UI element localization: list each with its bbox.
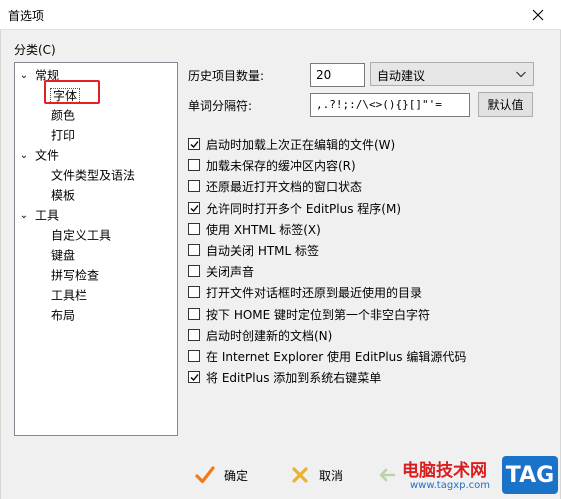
option-checkbox-row[interactable]: 允许同时打开多个 EditPlus 程序(M): [188, 199, 401, 217]
check-icon: [190, 205, 199, 213]
option-label: 加载未保存的缓冲区内容(R): [206, 158, 356, 173]
option-label: 启动时加载上次正在编辑的文件(W): [206, 137, 396, 152]
close-button[interactable]: [515, 0, 561, 29]
option-checkbox[interactable]: [188, 180, 200, 192]
default-button-label: 默认值: [487, 98, 524, 112]
option-label: 自动关闭 HTML 标签: [206, 243, 320, 258]
tree-item[interactable]: 文件类型及语法: [51, 166, 135, 184]
option-checkbox-row[interactable]: 自动关闭 HTML 标签: [188, 241, 319, 259]
back-arrow-icon: [379, 468, 396, 482]
option-label: 按下 HOME 键时定位到第一个非空白字符: [206, 307, 431, 322]
tree-item[interactable]: 模板: [51, 186, 75, 204]
category-tree[interactable]: ⌄ 常规 字体 颜色 打印 ⌄ 文件 文件类型及语法 模板 ⌄ 工具 自定义工具 键盘 拼写检查 工具栏 布局: [14, 62, 178, 436]
annotation-highlight-box: [44, 80, 100, 104]
word-separator-label: 单词分隔符:: [188, 99, 253, 113]
tree-item[interactable]: 拼写检查: [51, 266, 99, 284]
option-checkbox-row[interactable]: 按下 HOME 键时定位到第一个非空白字符: [188, 305, 430, 323]
option-checkbox-row[interactable]: 关闭声音: [188, 262, 254, 280]
option-checkbox[interactable]: [188, 286, 200, 298]
window-title: 首选项: [8, 9, 45, 23]
option-label: 使用 XHTML 标签(X): [206, 222, 321, 237]
option-checkbox[interactable]: [188, 159, 200, 171]
cross-icon: [292, 467, 308, 483]
category-label: 分类(C): [14, 43, 56, 57]
option-label: 允许同时打开多个 EditPlus 程序(M): [206, 201, 402, 216]
option-checkbox-row[interactable]: 使用 XHTML 标签(X): [188, 220, 321, 238]
tree-item[interactable]: 打印: [51, 126, 75, 144]
ok-button-label: 确定: [224, 468, 249, 483]
tree-item-label: 文件: [35, 148, 60, 163]
check-icon: [190, 374, 199, 382]
checkmark-icon: [195, 466, 215, 484]
option-label: 还原最近打开文档的窗口状态: [206, 179, 363, 194]
chevron-down-icon: [516, 71, 526, 78]
option-checkbox-row[interactable]: 将 EditPlus 添加到系统右键菜单: [188, 368, 381, 386]
check-icon: [190, 141, 199, 149]
option-checkbox[interactable]: [188, 308, 200, 320]
cancel-button-label: 取消: [319, 468, 344, 483]
option-checkbox[interactable]: [188, 329, 200, 341]
tree-item-label: 工具: [35, 208, 60, 223]
tree-item[interactable]: 工具栏: [51, 286, 87, 304]
autocomplete-value: 自动建议: [377, 69, 426, 83]
tree-item-label: 拼写检查: [51, 268, 100, 283]
tree-item-label: 模板: [51, 188, 76, 203]
word-separator-input[interactable]: ,.?!;:/\<>(){}[]"'=: [310, 93, 470, 117]
default-button[interactable]: 默认值: [478, 92, 533, 117]
tree-group[interactable]: ⌄ 工具: [19, 206, 59, 224]
history-count-label: 历史项目数量:: [188, 69, 265, 83]
option-checkbox-row[interactable]: 启动时创建新的文档(N): [188, 326, 332, 344]
tree-item[interactable]: 自定义工具: [51, 226, 111, 244]
option-checkbox[interactable]: [188, 371, 200, 383]
watermark-site-name: 电脑技术网: [402, 461, 487, 481]
option-checkbox[interactable]: [188, 202, 200, 214]
expand-toggle-icon[interactable]: ⌄: [19, 147, 29, 165]
option-checkbox-row[interactable]: 在 Internet Explorer 使用 EditPlus 编辑源代码: [188, 347, 466, 365]
option-checkbox-row[interactable]: 启动时加载上次正在编辑的文件(W): [188, 135, 395, 153]
option-label: 在 Internet Explorer 使用 EditPlus 编辑源代码: [206, 349, 467, 364]
watermark-tag-logo: TAG: [502, 456, 558, 494]
tree-item[interactable]: 颜色: [51, 106, 75, 124]
tree-item[interactable]: 键盘: [51, 246, 75, 264]
tree-item-label: 工具栏: [51, 288, 88, 303]
expand-toggle-icon[interactable]: ⌄: [19, 67, 29, 85]
option-checkbox[interactable]: [188, 223, 200, 235]
word-separator-value: ,.?!;:/\<>(){}[]"'=: [316, 98, 442, 111]
tree-item-label: 布局: [51, 308, 76, 323]
autocomplete-select[interactable]: 自动建议: [370, 62, 534, 86]
option-label: 启动时创建新的文档(N): [206, 328, 333, 343]
tree-item-label: 打印: [51, 128, 76, 143]
option-checkbox-row[interactable]: 加载未保存的缓冲区内容(R): [188, 156, 356, 174]
expand-toggle-icon[interactable]: ⌄: [19, 207, 29, 225]
history-count-value: 20: [316, 68, 332, 82]
option-label: 打开文件对话框时还原到最近使用的目录: [206, 285, 423, 300]
option-checkbox-row[interactable]: 还原最近打开文档的窗口状态: [188, 177, 362, 195]
option-checkbox[interactable]: [188, 265, 200, 277]
option-label: 将 EditPlus 添加到系统右键菜单: [206, 370, 382, 385]
close-icon: [532, 9, 544, 20]
watermark-site-url: www.tagxp.com: [410, 480, 490, 491]
option-checkbox[interactable]: [188, 244, 200, 256]
option-checkbox-row[interactable]: 打开文件对话框时还原到最近使用的目录: [188, 283, 422, 301]
cancel-button[interactable]: 取消: [289, 463, 343, 487]
tree-item-label: 文件类型及语法: [51, 168, 136, 183]
option-checkbox[interactable]: [188, 350, 200, 362]
tree-item-label: 自定义工具: [51, 228, 112, 243]
option-label: 关闭声音: [206, 264, 255, 279]
tree-item-label: 键盘: [51, 248, 76, 263]
ok-button[interactable]: 确定: [194, 463, 248, 487]
tree-group[interactable]: ⌄ 文件: [19, 146, 59, 164]
option-checkbox[interactable]: [188, 138, 200, 150]
tree-item[interactable]: 布局: [51, 306, 75, 324]
history-count-input[interactable]: 20: [310, 63, 365, 87]
title-bar: 首选项: [0, 0, 561, 30]
tree-item-label: 颜色: [51, 108, 76, 123]
